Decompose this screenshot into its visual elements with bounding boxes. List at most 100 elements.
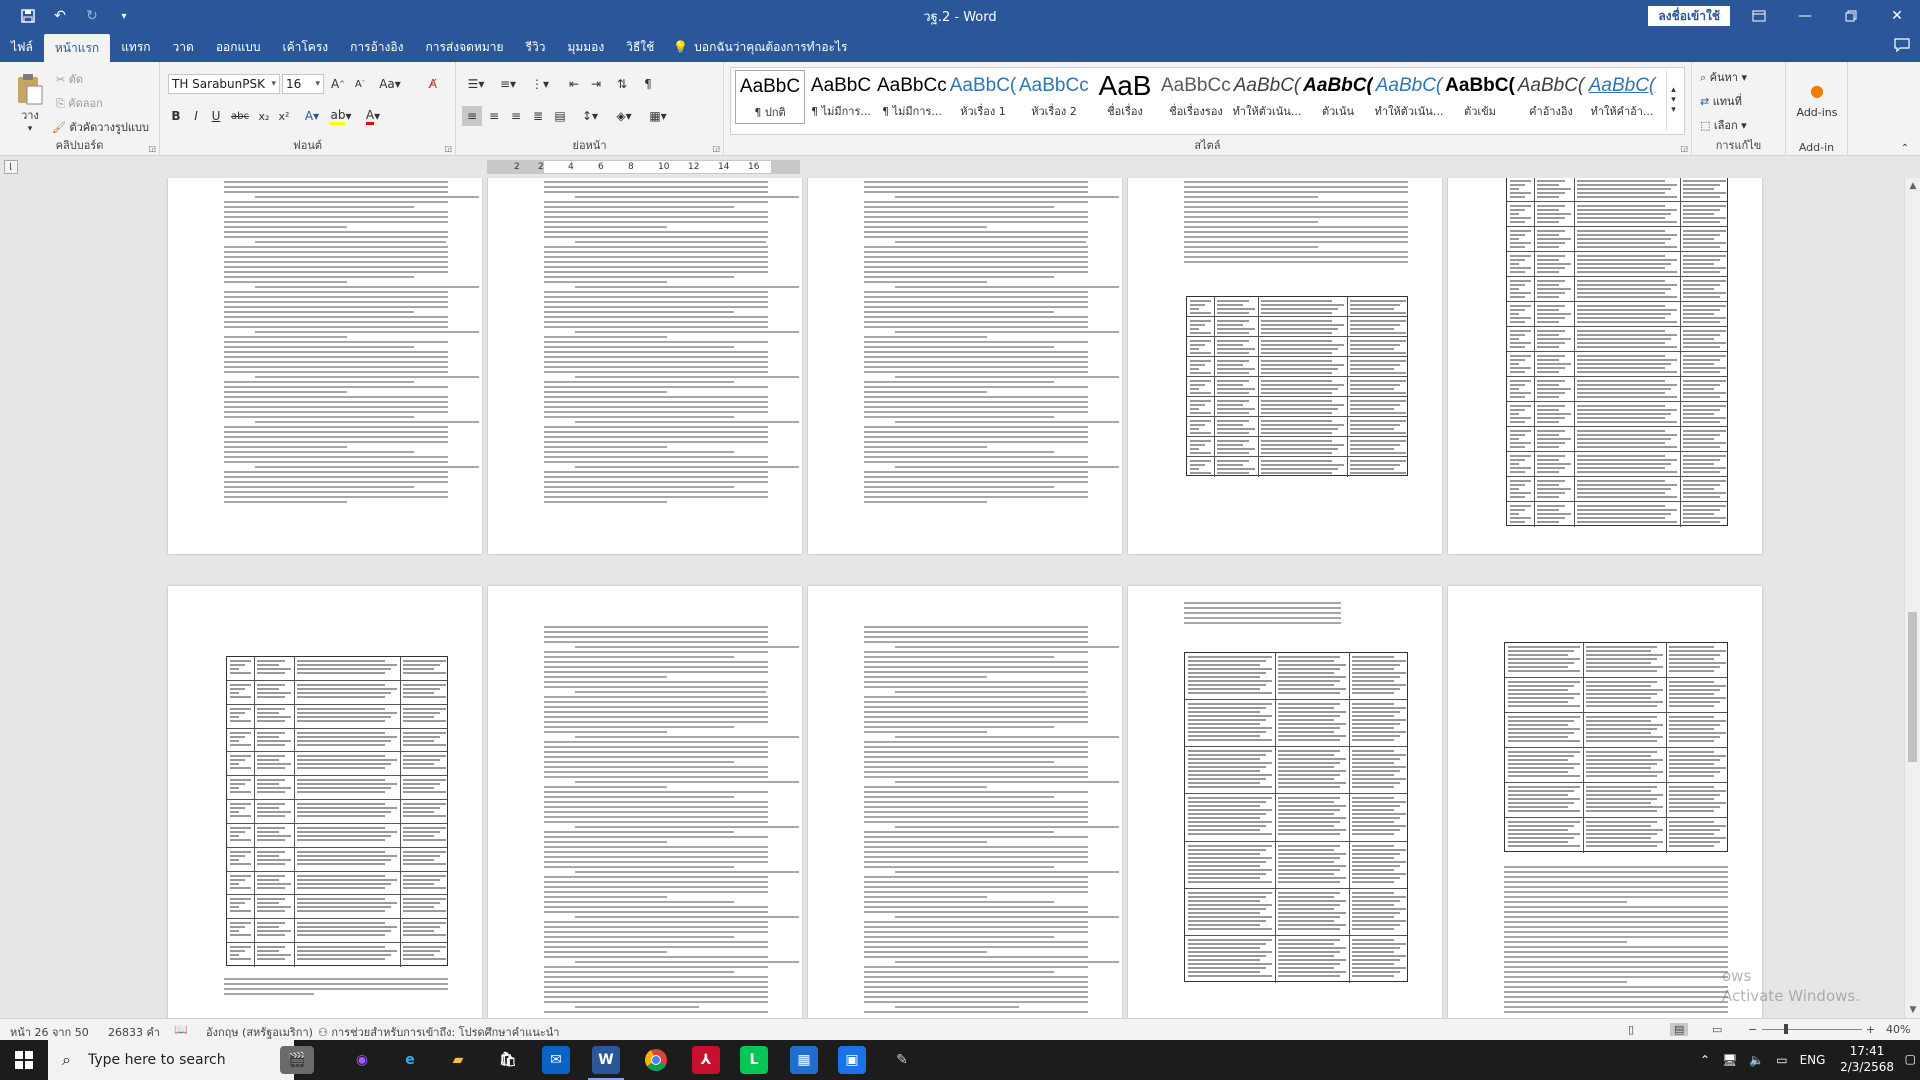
replace-button[interactable]: ⇄ แทนที่ xyxy=(1700,92,1742,110)
tab-3[interactable]: วาด xyxy=(162,32,205,62)
calendar-icon[interactable]: ▣ xyxy=(838,1046,866,1074)
cut-button[interactable]: ✂ ตัด xyxy=(56,70,83,88)
clock[interactable]: 17:41 2/3/2568 xyxy=(1840,1043,1894,1075)
customize-qat-icon[interactable]: ▾ xyxy=(110,2,138,30)
style-item[interactable]: AaB ชื่อเรื่อง xyxy=(1090,70,1160,124)
italic-button[interactable]: I xyxy=(186,106,206,126)
word-icon[interactable]: W xyxy=(592,1046,620,1074)
style-item[interactable]: AaBbCcD ชื่อเรื่องรอง xyxy=(1161,70,1231,124)
page-count[interactable]: หน้า 26 จาก 50 xyxy=(10,1023,89,1041)
styles-launcher-icon[interactable]: ◲ xyxy=(1680,144,1688,153)
word-count[interactable]: 26833 คำ xyxy=(108,1023,160,1041)
sort-icon[interactable]: ⇅ xyxy=(612,74,632,94)
shrink-font-icon[interactable]: Aˇ xyxy=(350,74,370,94)
increase-indent-icon[interactable]: ⇥ xyxy=(586,74,606,94)
notification-icon[interactable]: ▢ xyxy=(1905,1052,1916,1066)
underline-button[interactable]: U xyxy=(206,106,226,126)
minimize-icon[interactable]: — xyxy=(1782,0,1828,32)
thai-distributed-icon[interactable]: ▤ xyxy=(550,106,570,126)
style-item[interactable]: AaBbC(ทำให้ตัวเน้น... xyxy=(1232,70,1302,124)
tab-selector-icon[interactable]: ⌊ xyxy=(4,160,18,174)
line-spacing-icon[interactable]: ↕▾ xyxy=(576,106,604,126)
language-status[interactable]: อังกฤษ (สหรัฐอเมริกา) xyxy=(206,1023,313,1041)
document-page[interactable] xyxy=(808,586,1122,1018)
file-explorer-icon[interactable]: ▰ xyxy=(444,1046,472,1074)
justify-icon[interactable]: ≣ xyxy=(528,106,548,126)
style-item[interactable]: AaBbC(ทำให้ตัวเน้น... xyxy=(1374,70,1444,124)
edge-icon[interactable]: e xyxy=(396,1046,424,1074)
superscript-button[interactable]: x² xyxy=(274,106,294,126)
addins-button[interactable]: ● Add-ins xyxy=(1790,70,1844,130)
document-page[interactable] xyxy=(168,178,482,554)
vertical-scrollbar[interactable]: ▲ ▼ xyxy=(1904,178,1920,1018)
chrome-icon[interactable] xyxy=(642,1046,670,1074)
style-item[interactable]: AaBbC ¶ ปกติ xyxy=(735,70,805,124)
line-icon[interactable]: L xyxy=(740,1046,768,1074)
paste-button[interactable]: วาง ▾ xyxy=(10,68,50,138)
style-item[interactable]: AaBbCcDc ¶ ไม่มีการ... xyxy=(877,70,947,124)
decrease-indent-icon[interactable]: ⇤ xyxy=(564,74,584,94)
more-styles-icon[interactable]: ▾ xyxy=(1671,105,1676,115)
font-color-icon[interactable]: A ▾ xyxy=(360,106,386,126)
tab-9[interactable]: มุมมอง xyxy=(556,32,615,62)
zoom-level[interactable]: 40% xyxy=(1886,1023,1910,1036)
grow-font-icon[interactable]: A ^ xyxy=(328,74,348,94)
other-app-icon[interactable]: ✎ xyxy=(888,1046,916,1074)
tab-10[interactable]: วิธีใช้ xyxy=(615,32,665,62)
font-name-combo[interactable]: TH SarabunPSK xyxy=(168,74,280,94)
tab-1[interactable]: หน้าแรก xyxy=(43,34,111,62)
ribbon-display-options-icon[interactable] xyxy=(1736,0,1782,32)
bullets-icon[interactable]: ☰▾ xyxy=(462,74,490,94)
document-page[interactable] xyxy=(1128,178,1442,554)
search-highlight-icon[interactable]: 🎬 xyxy=(280,1046,314,1074)
signin-button[interactable]: ลงชื่อเข้าใช้ xyxy=(1648,6,1730,26)
document-page[interactable] xyxy=(808,178,1122,554)
align-left-icon[interactable]: ≡ xyxy=(462,106,482,126)
document-page[interactable] xyxy=(1448,586,1762,1018)
font-launcher-icon[interactable]: ◲ xyxy=(444,144,452,153)
document-page[interactable] xyxy=(488,178,802,554)
comments-icon[interactable] xyxy=(1894,38,1910,56)
shading-icon[interactable]: ◈▾ xyxy=(610,106,638,126)
select-button[interactable]: ⬚ เลือก ▾ xyxy=(1700,116,1747,134)
network-icon[interactable]: 🖥 xyxy=(1722,1053,1737,1067)
taskbar-search[interactable]: ⌕ Type here to search xyxy=(48,1040,294,1080)
tab-7[interactable]: การส่งจดหมาย xyxy=(414,32,514,62)
input-language[interactable]: ENG xyxy=(1800,1053,1826,1067)
show-marks-icon[interactable]: ¶ xyxy=(638,74,658,94)
chevron-up-icon[interactable]: ⌃ xyxy=(1700,1053,1710,1067)
align-right-icon[interactable]: ≡ xyxy=(506,106,526,126)
tab-5[interactable]: เค้าโครง xyxy=(271,32,339,62)
volume-icon[interactable]: 🔈 xyxy=(1749,1053,1764,1067)
maximize-icon[interactable] xyxy=(1828,0,1874,32)
document-page[interactable] xyxy=(1448,178,1762,554)
highlight-icon[interactable]: ab ▾ xyxy=(328,106,354,126)
document-page[interactable] xyxy=(1128,586,1442,1018)
borders-icon[interactable]: ▦▾ xyxy=(644,106,672,126)
font-size-combo[interactable]: 16 xyxy=(282,74,324,94)
undo-icon[interactable]: ↶ xyxy=(46,2,74,30)
web-layout-icon[interactable]: ▭ xyxy=(1712,1023,1722,1036)
style-item[interactable]: AaBbC(ทำให้คำอ้า... xyxy=(1587,70,1657,124)
read-mode-icon[interactable]: ▯ xyxy=(1628,1023,1634,1036)
find-button[interactable]: ⌕ ค้นหา ▾ xyxy=(1700,68,1747,86)
store-icon[interactable]: 🛍 xyxy=(494,1046,522,1074)
zoom-slider-knob[interactable] xyxy=(1784,1024,1788,1034)
multilevel-list-icon[interactable]: ⋮▾ xyxy=(526,74,554,94)
close-icon[interactable]: ✕ xyxy=(1874,0,1920,32)
clear-formatting-icon[interactable]: A̸ xyxy=(422,74,444,94)
numbering-icon[interactable]: ≡▾ xyxy=(494,74,522,94)
copy-button[interactable]: ⎘ คัดลอก xyxy=(56,94,103,112)
tab-0[interactable]: ไฟล์ xyxy=(0,32,44,62)
tell-me-search[interactable]: 💡 บอกฉันว่าคุณต้องการทำอะไร xyxy=(673,32,847,62)
proofing-icon[interactable]: 📖 xyxy=(174,1023,188,1036)
text-effects-icon[interactable]: A▾ xyxy=(300,106,324,126)
zoom-slider[interactable] xyxy=(1762,1024,1862,1034)
chevron-up-icon[interactable]: ▴ xyxy=(1671,85,1676,95)
style-item[interactable]: AaBbC ¶ ไม่มีการ... xyxy=(806,70,876,124)
scroll-up-icon[interactable]: ▲ xyxy=(1905,178,1920,194)
battery-icon[interactable]: ▭ xyxy=(1776,1053,1787,1067)
zoom-out-icon[interactable]: − xyxy=(1748,1023,1757,1036)
document-area[interactable] xyxy=(0,178,1904,1018)
zoom-in-icon[interactable]: + xyxy=(1866,1023,1875,1036)
